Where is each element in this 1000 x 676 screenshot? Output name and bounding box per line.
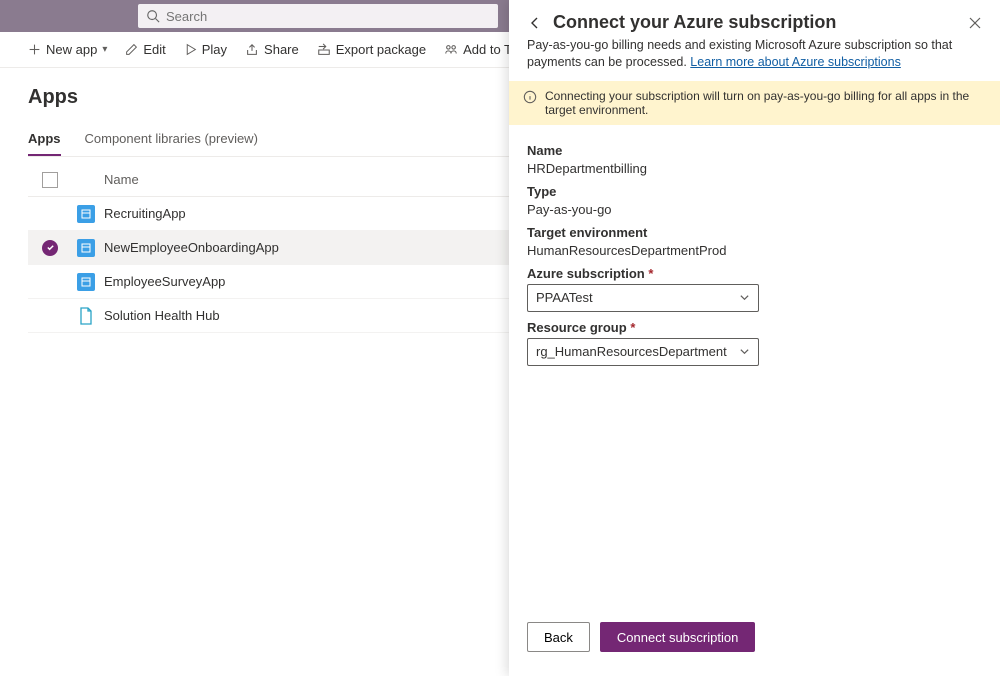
play-button[interactable]: Play: [184, 42, 227, 57]
dropdown-value: rg_HumanResourcesDepartment: [536, 344, 727, 359]
panel-body: Name HRDepartmentbilling Type Pay-as-you…: [509, 125, 1000, 608]
resource-group-label: Resource group *: [527, 320, 982, 335]
search-input[interactable]: [166, 9, 490, 24]
document-icon: [78, 307, 94, 325]
column-options-icon: [42, 172, 58, 188]
share-button[interactable]: Share: [245, 42, 299, 57]
panel-header: Connect your Azure subscription: [509, 0, 1000, 33]
panel-title: Connect your Azure subscription: [553, 12, 958, 33]
tab-component-libraries[interactable]: Component libraries (preview): [85, 125, 258, 156]
canvas-app-icon: [77, 239, 95, 257]
back-button[interactable]: Back: [527, 622, 590, 652]
plus-icon: [28, 43, 41, 56]
panel-footer: Back Connect subscription: [509, 608, 1000, 676]
play-icon: [184, 43, 197, 56]
type-label: Type: [527, 184, 982, 199]
column-config[interactable]: [28, 172, 72, 188]
chevron-down-icon: ▾: [102, 44, 107, 55]
name-value: HRDepartmentbilling: [527, 161, 982, 176]
cmd-label: Play: [202, 42, 227, 57]
canvas-app-icon: [77, 273, 95, 291]
global-search[interactable]: [138, 4, 498, 28]
banner-text: Connecting your subscription will turn o…: [545, 89, 986, 117]
chevron-down-icon: [739, 346, 750, 357]
new-app-button[interactable]: New app ▾: [28, 42, 107, 57]
close-icon[interactable]: [968, 16, 982, 30]
subscription-label: Azure subscription *: [527, 266, 982, 281]
resource-group-dropdown[interactable]: rg_HumanResourcesDepartment: [527, 338, 759, 366]
info-banner: Connecting your subscription will turn o…: [509, 81, 1000, 125]
share-icon: [245, 43, 259, 57]
dropdown-value: PPAATest: [536, 290, 593, 305]
search-icon: [146, 9, 160, 23]
connect-subscription-button[interactable]: Connect subscription: [600, 622, 755, 652]
name-label: Name: [527, 143, 982, 158]
type-value: Pay-as-you-go: [527, 202, 982, 217]
cmd-label: Share: [264, 42, 299, 57]
azure-subscription-dropdown[interactable]: PPAATest: [527, 284, 759, 312]
env-label: Target environment: [527, 225, 982, 240]
checkmark-icon: [42, 240, 58, 256]
pencil-icon: [125, 43, 138, 56]
learn-more-link[interactable]: Learn more about Azure subscriptions: [690, 55, 901, 69]
cmd-label: Export package: [336, 42, 426, 57]
tab-apps[interactable]: Apps: [28, 125, 61, 156]
teams-icon: [444, 43, 458, 57]
info-icon: [523, 90, 537, 104]
panel-subtitle: Pay-as-you-go billing needs and existing…: [509, 33, 1000, 81]
chevron-down-icon: [739, 292, 750, 303]
export-package-button[interactable]: Export package: [317, 42, 426, 57]
connect-azure-panel: Connect your Azure subscription Pay-as-y…: [509, 0, 1000, 676]
export-icon: [317, 43, 331, 57]
back-arrow-icon[interactable]: [527, 15, 543, 31]
canvas-app-icon: [77, 205, 95, 223]
cmd-label: Edit: [143, 42, 165, 57]
edit-button[interactable]: Edit: [125, 42, 165, 57]
cmd-label: New app: [46, 42, 97, 57]
env-value: HumanResourcesDepartmentProd: [527, 243, 982, 258]
